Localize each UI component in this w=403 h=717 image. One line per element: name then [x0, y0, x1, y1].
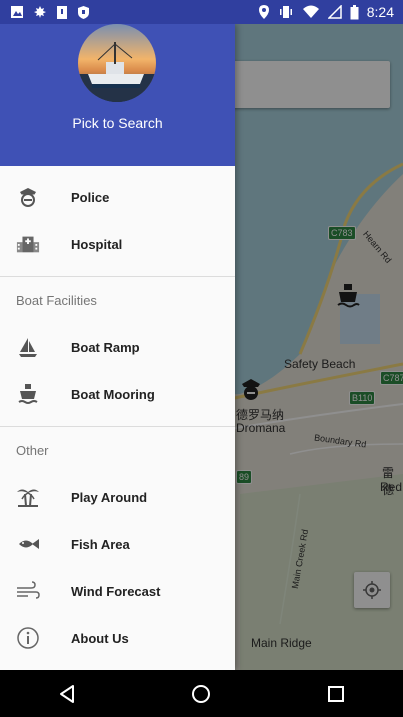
navigation-drawer: Pick to Search Police Hospital Boat Faci… [0, 24, 235, 670]
menu-item-wind-forecast[interactable]: Wind Forecast [0, 568, 235, 615]
menu-item-label: Hospital [71, 237, 123, 252]
location-icon [258, 5, 269, 19]
drawer-header: Pick to Search [0, 24, 235, 166]
menu-item-label: About Us [71, 631, 129, 646]
section-title-other: Other [16, 443, 49, 458]
back-icon [60, 684, 75, 703]
signal-icon [327, 5, 342, 19]
avatar[interactable] [78, 24, 156, 102]
menu-item-label: Boat Mooring [71, 387, 155, 402]
back-button[interactable] [37, 674, 97, 714]
police-icon [16, 185, 40, 209]
info-icon [16, 626, 40, 650]
menu-item-label: Police [71, 190, 110, 205]
menu-item-label: Boat Ramp [71, 340, 140, 355]
menu-item-police[interactable]: Police [0, 174, 235, 221]
wifi-icon [302, 5, 319, 18]
drawer-header-title[interactable]: Pick to Search [0, 115, 235, 131]
home-icon [192, 684, 211, 703]
status-bar: 8:24 [0, 0, 403, 24]
menu-item-play-around[interactable]: Play Around [0, 474, 235, 521]
menu-item-label: Wind Forecast [71, 584, 161, 599]
system-nav-bar [0, 670, 403, 717]
clock: 8:24 [366, 4, 394, 20]
fish-icon [16, 532, 40, 556]
vibrate-icon [279, 6, 292, 18]
home-button[interactable] [171, 674, 231, 714]
wind-icon [16, 579, 40, 603]
menu-item-fish-area[interactable]: Fish Area [0, 521, 235, 568]
menu-item-boat-mooring[interactable]: Boat Mooring [0, 371, 235, 418]
sd-card-icon [57, 5, 67, 19]
hospital-icon [16, 232, 40, 256]
recents-icon [327, 685, 344, 702]
leaf-icon [34, 6, 46, 18]
menu-item-label: Play Around [71, 490, 148, 505]
boat-icon [16, 382, 40, 406]
recents-button[interactable] [306, 674, 366, 714]
battery-icon [350, 4, 359, 19]
shield-icon [78, 5, 89, 19]
sailboat-icon [16, 335, 40, 359]
section-title-boat-facilities: Boat Facilities [16, 293, 97, 308]
image-icon [11, 6, 23, 18]
menu-item-hospital[interactable]: Hospital [0, 221, 235, 268]
menu-item-boat-ramp[interactable]: Boat Ramp [0, 324, 235, 371]
palm-tree-icon [16, 485, 40, 509]
menu-item-label: Fish Area [71, 537, 130, 552]
menu-item-about-us[interactable]: About Us [0, 615, 235, 662]
